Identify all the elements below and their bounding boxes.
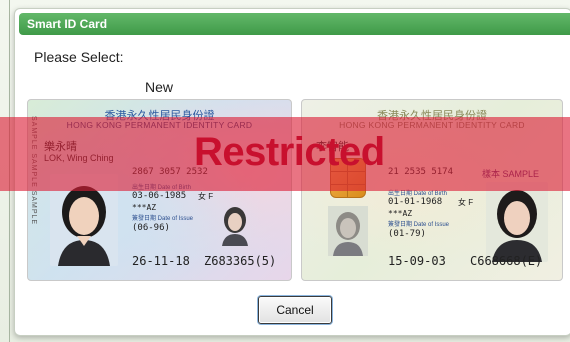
new-card-issue-date: 26-11-18 xyxy=(132,254,190,268)
dialog-title: Smart ID Card xyxy=(27,17,108,31)
old-card-ghost-portrait xyxy=(328,206,368,256)
dialog-titlebar: Smart ID Card xyxy=(19,13,570,35)
old-card-issue-label: 簽發日期 Date of Issue xyxy=(388,222,450,228)
new-card-ghost-portrait xyxy=(218,202,252,246)
old-card-issue-date: 15-09-03 xyxy=(388,254,446,268)
new-card-dob: 03-06-1985 xyxy=(132,191,187,201)
old-card-id-number: C668668(E) xyxy=(470,254,543,268)
new-card-name-zh: 樂永晴 xyxy=(44,141,77,153)
new-id-card-option[interactable]: 香港永久性居民身份證 HONG KONG PERMANENT IDENTITY … xyxy=(27,99,292,281)
old-id-card-option[interactable]: 香港永久性居民身份證 HONG KONG PERMANENT IDENTITY … xyxy=(301,99,563,281)
new-card-name-en: LOK, Wing Ching xyxy=(44,153,114,163)
old-card-portrait xyxy=(486,182,548,262)
new-card-label: New xyxy=(145,79,174,95)
new-card-issue-label: 簽發日期 Date of Issue xyxy=(132,216,194,222)
new-card-issue-code: (06-96) xyxy=(132,223,170,233)
new-card-id-number: Z683365(5) xyxy=(204,254,277,268)
new-card-portrait xyxy=(50,174,118,266)
old-card-symbols: ***AZ xyxy=(388,209,413,218)
cancel-button[interactable]: Cancel xyxy=(258,296,332,324)
new-card-title-en: HONG KONG PERMANENT IDENTITY CARD xyxy=(66,120,253,130)
old-card-title-en: HONG KONG PERMANENT IDENTITY CARD xyxy=(339,120,525,130)
new-card-symbols: ***AZ xyxy=(132,203,157,212)
old-card-sample-label: 樣本 SAMPLE xyxy=(482,169,540,179)
old-card-code: 21 2535 5174 xyxy=(388,167,454,177)
new-card-sex: 女 F xyxy=(198,192,214,201)
page-frame-line xyxy=(9,0,10,342)
old-card-dob: 01-01-1968 xyxy=(388,197,443,207)
old-card-issue-code: (01-79) xyxy=(388,229,426,239)
select-prompt: Please Select: xyxy=(34,49,124,65)
new-card-dob-label: 出生日期 Date of Birth xyxy=(132,185,192,191)
old-card-dob-label: 出生日期 Date of Birth xyxy=(388,191,448,197)
restricted-overlay-text: Restricted xyxy=(194,130,385,174)
new-card-sample-text: SAMPLE SAMPLE SAMPLE xyxy=(30,116,37,226)
old-card-sex: 女 F xyxy=(458,198,474,207)
